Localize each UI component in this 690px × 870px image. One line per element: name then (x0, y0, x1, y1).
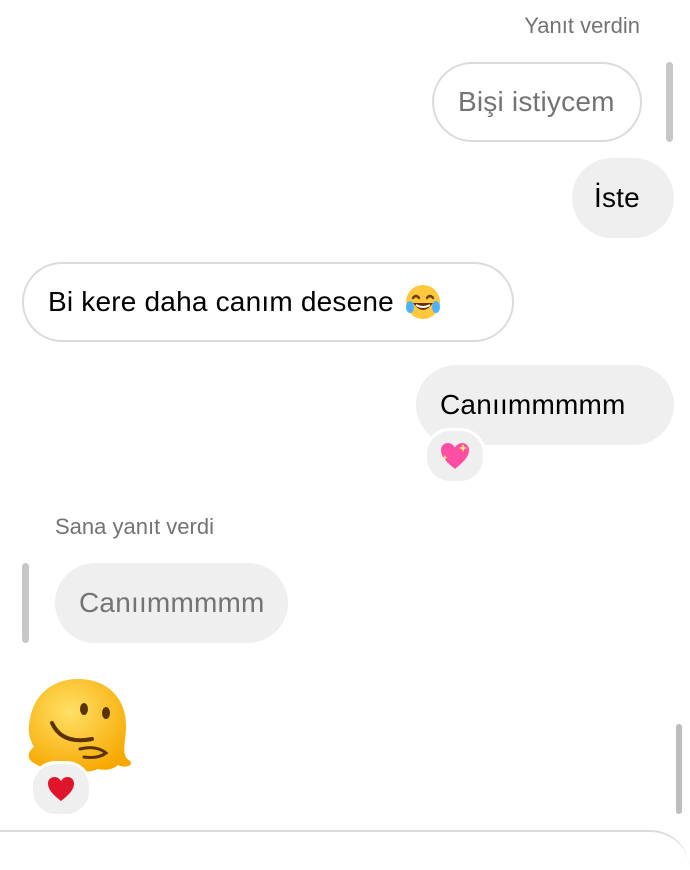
incoming-reply-caption: Sana yanıt verdi (55, 514, 214, 539)
red-heart-icon (48, 777, 74, 801)
incoming-quoted-message[interactable]: Canıımmmmm (55, 563, 288, 643)
incoming-quoted-text: Canıımmmmm (79, 587, 265, 618)
message-text: Canıımmmmm (440, 389, 626, 420)
outgoing-message-iste[interactable]: İste (572, 158, 674, 238)
message-composer[interactable] (0, 830, 690, 870)
message-text: Bi kere daha canım desene (48, 286, 394, 317)
incoming-reply-bar (22, 563, 29, 643)
laughing-tears-emoji-icon (404, 283, 442, 321)
incoming-message[interactable]: Bi kere daha canım desene (22, 262, 514, 342)
sparkling-heart-icon (441, 443, 469, 469)
outgoing-quoted-text: Bişi istiycem (458, 86, 615, 117)
outgoing-reply-caption: Yanıt verdin (524, 13, 640, 38)
scrollbar[interactable] (676, 724, 682, 814)
outgoing-quoted-message[interactable]: Bişi istiycem (432, 62, 642, 142)
message-text: İste (594, 182, 640, 213)
outgoing-reply-bar (666, 62, 673, 142)
sparkling-heart-reaction[interactable] (424, 428, 486, 484)
red-heart-reaction[interactable] (30, 761, 92, 817)
